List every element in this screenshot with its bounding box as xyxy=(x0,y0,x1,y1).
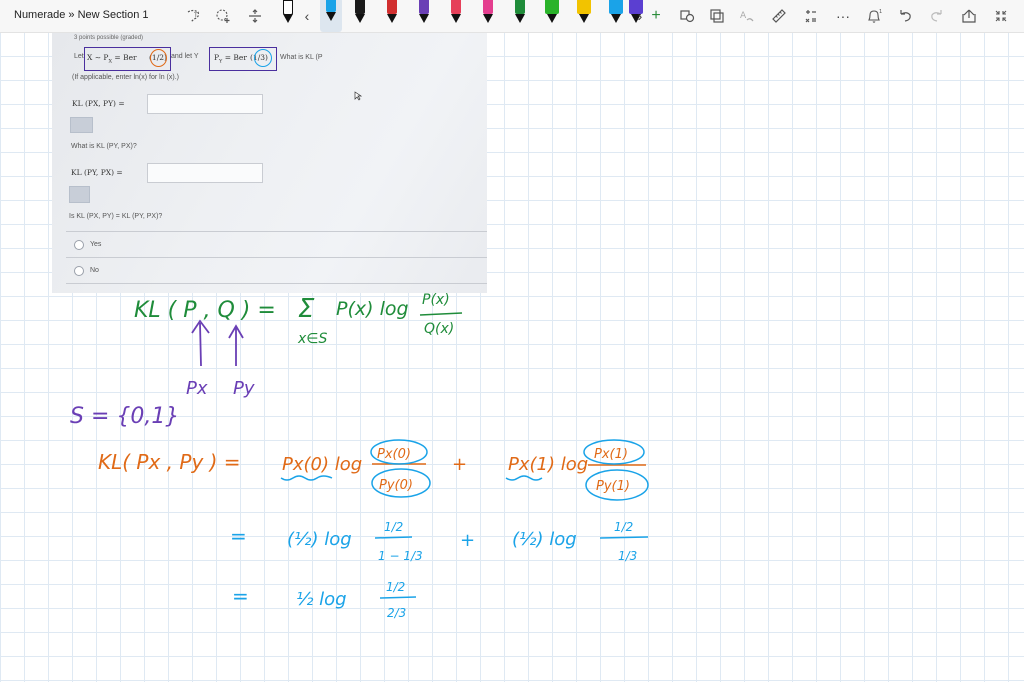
insert-space-icon[interactable] xyxy=(246,0,264,32)
ink-blue-term1-num: 1/2 xyxy=(384,520,403,534)
ink-layer: KL ( P , Q ) = Σ x∈S P(x) log P(x) Q(x) … xyxy=(70,292,649,620)
ink-to-shape-icon[interactable] xyxy=(708,0,726,32)
ink-blue-term2: (½) log xyxy=(512,529,577,550)
ink-blue-term3: ½ log xyxy=(296,589,347,610)
ink-fraction-num: P(x) xyxy=(422,292,450,308)
ink-term: P(x) log xyxy=(336,298,409,320)
undo-icon[interactable] xyxy=(896,0,914,32)
ink-equals-1: = xyxy=(230,524,247,548)
highlighter-icon[interactable] xyxy=(608,0,624,30)
svg-text:A: A xyxy=(740,11,747,21)
window-title: Numerade » New Section 1 xyxy=(14,9,149,21)
highlighter-icon[interactable] xyxy=(544,0,560,30)
ink-term1-num: Px(0) xyxy=(377,447,411,462)
pen-icon[interactable] xyxy=(320,0,342,32)
ink-fraction-bar xyxy=(419,312,463,316)
ink-sum-subscript: x∈S xyxy=(297,331,327,347)
redo-icon[interactable] xyxy=(928,0,946,32)
math-icon[interactable] xyxy=(802,0,820,32)
ink-term2: Px(1) log xyxy=(508,454,588,475)
ink-fraction-den: Q(x) xyxy=(424,321,454,337)
pen-icon[interactable] xyxy=(384,0,400,30)
fullscreen-icon[interactable] xyxy=(992,0,1010,32)
add-space-icon[interactable] xyxy=(214,0,232,32)
highlighter-icon[interactable] xyxy=(576,0,592,30)
ink-arrow-p xyxy=(191,319,210,367)
pen-icon[interactable] xyxy=(448,0,464,30)
ink-sum-symbol: Σ xyxy=(298,294,315,324)
pen-icon[interactable] xyxy=(280,0,296,30)
ink-blue-term2-den: 1/3 xyxy=(618,549,637,563)
ink-kl-lhs: KL( Px , Py ) = xyxy=(98,450,241,474)
ink-blue-term3-den: 2/3 xyxy=(387,606,406,620)
pen-icon[interactable] xyxy=(416,0,432,30)
svg-text:T: T xyxy=(193,12,198,19)
ink-label-px: Px xyxy=(186,378,208,399)
ink-blue-term3-num: 1/2 xyxy=(386,580,405,594)
ink-blue-term2-num: 1/2 xyxy=(614,520,633,534)
ink-plus: + xyxy=(452,454,467,475)
chevron-right-icon[interactable]: › xyxy=(634,0,646,32)
ink-label-py: Py xyxy=(233,378,255,399)
pen-icon[interactable] xyxy=(480,0,496,30)
ink-term2-num: Px(1) xyxy=(594,447,628,462)
svg-text:1: 1 xyxy=(879,9,882,15)
ink-equals-2: = xyxy=(232,584,249,608)
ink-term2-den: Py(1) xyxy=(596,479,630,494)
ink-underline-1 xyxy=(280,475,333,481)
ink-term1: Px(0) log xyxy=(282,454,362,475)
lasso-select-icon[interactable]: T xyxy=(184,0,202,32)
more-icon[interactable]: ··· xyxy=(834,0,852,32)
ruler-icon[interactable] xyxy=(770,0,788,32)
toolbar: Numerade » New Section 1 T ‹ › + A ··· 1 xyxy=(0,0,1024,33)
ink-blue-plus: + xyxy=(460,530,475,551)
add-pen-icon[interactable]: + xyxy=(648,0,664,32)
share-icon[interactable] xyxy=(960,0,978,32)
ink-kl-definition: KL ( P , Q ) = xyxy=(134,298,276,323)
chevron-left-icon[interactable]: ‹ xyxy=(300,0,314,32)
pen-icon[interactable] xyxy=(512,0,528,30)
ink-to-text-icon[interactable]: A xyxy=(738,0,756,32)
ink-blue-term1-den: 1 − 1/3 xyxy=(378,549,423,563)
ink-underline-2 xyxy=(505,475,543,481)
ink-set-s: S = {0,1} xyxy=(70,404,179,429)
pen-icon[interactable] xyxy=(352,0,368,30)
ink-term1-den: Py(0) xyxy=(379,478,413,493)
ink-arrow-q xyxy=(228,324,244,366)
ink-blue-term1: (½) log xyxy=(287,529,352,550)
bell-icon[interactable]: 1 xyxy=(866,0,884,32)
shapes-icon[interactable] xyxy=(678,0,696,32)
